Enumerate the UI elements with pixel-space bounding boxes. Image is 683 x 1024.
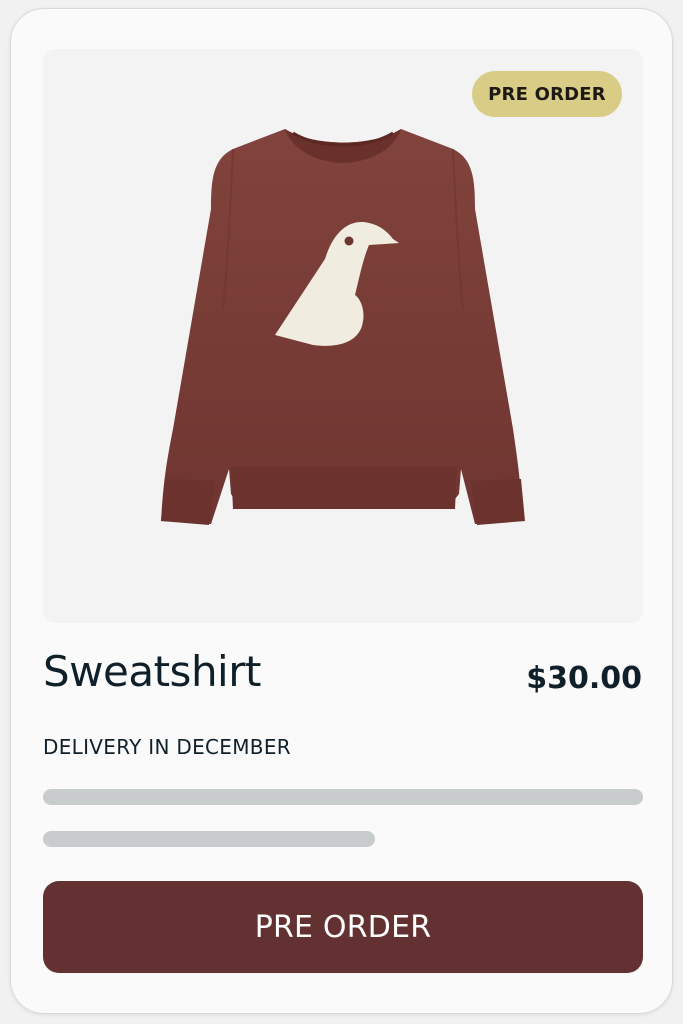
- sweatshirt-image: [161, 129, 525, 525]
- preorder-badge: PRE ORDER: [472, 71, 622, 117]
- preorder-button[interactable]: PRE ORDER: [43, 881, 643, 973]
- product-title: Sweatshirt: [43, 647, 261, 696]
- skeleton-line: [43, 831, 375, 847]
- skeleton-line: [43, 789, 643, 805]
- product-card: PRE ORDER Sweatshirt $30.00 DELIVERY IN …: [10, 8, 673, 1014]
- delivery-info: DELIVERY IN DECEMBER: [43, 735, 291, 759]
- product-price: $30.00: [526, 661, 642, 696]
- product-image[interactable]: PRE ORDER: [43, 49, 643, 623]
